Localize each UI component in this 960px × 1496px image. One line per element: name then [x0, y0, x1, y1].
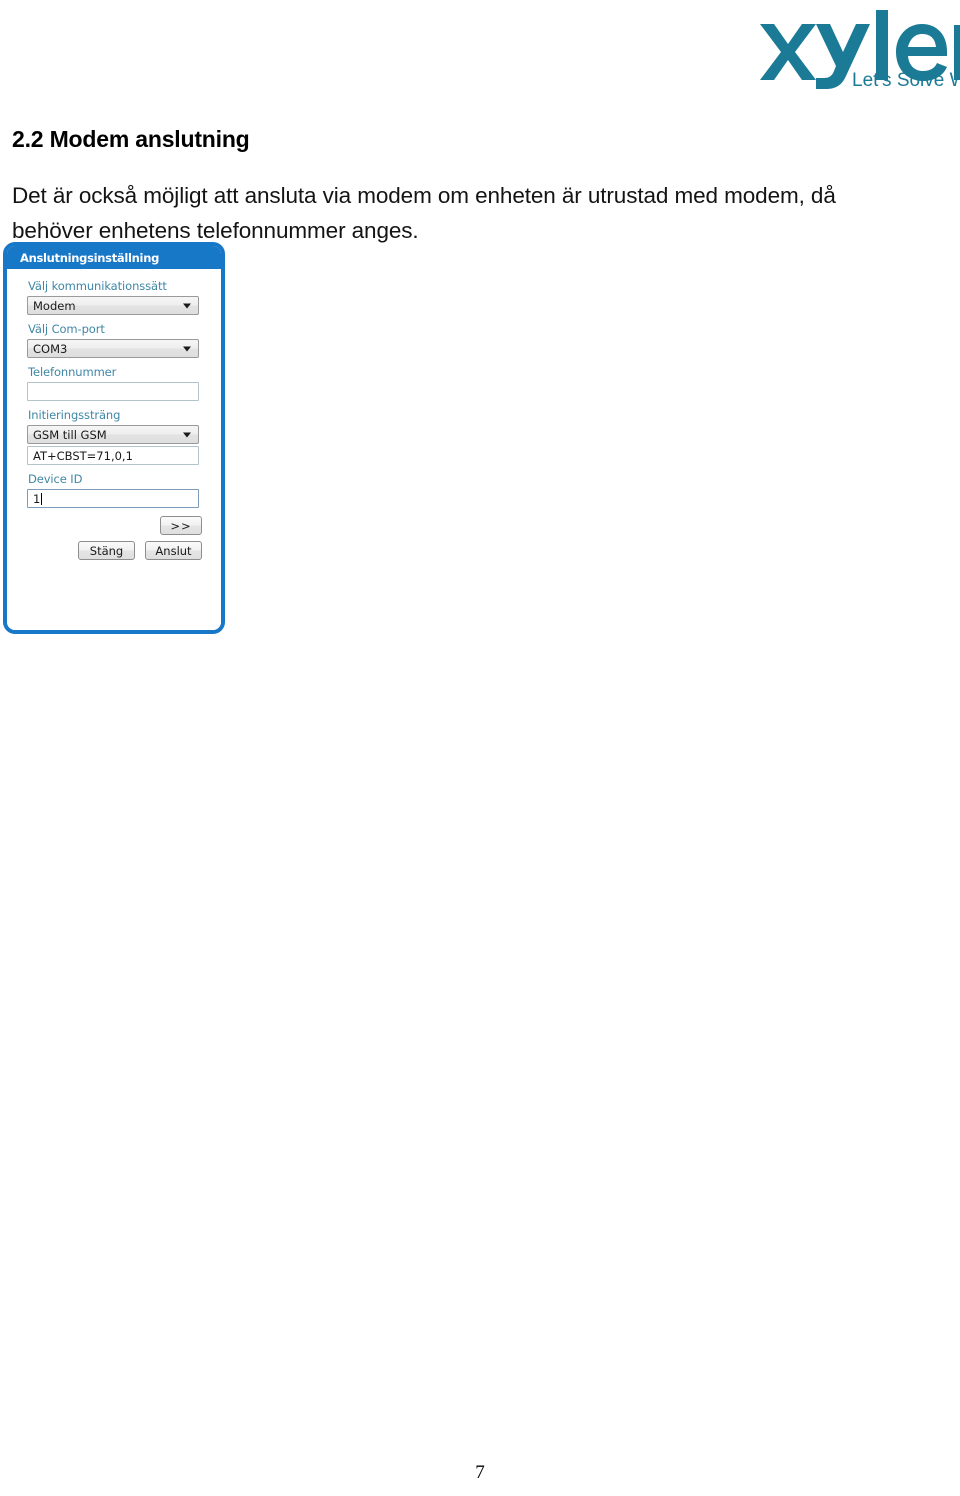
- field-communication-method: Välj kommunikationssätt Modem: [19, 279, 209, 315]
- dialog-title: Anslutningsinställning: [20, 250, 160, 265]
- label-phone-number: Telefonnummer: [28, 365, 117, 379]
- next-button[interactable]: >>: [160, 516, 202, 535]
- select-com-port-value: COM3: [33, 341, 68, 356]
- select-com-port[interactable]: COM3: [27, 339, 199, 358]
- dialog-titlebar: Anslutningsinställning: [7, 246, 221, 269]
- input-device-id[interactable]: 1: [27, 489, 199, 508]
- input-device-id-value: 1: [33, 491, 41, 506]
- document-page: Let's Solve Water 2.2 Modem anslutning D…: [0, 0, 960, 1496]
- select-communication-method-value: Modem: [33, 298, 76, 313]
- dialog-body: Välj kommunikationssätt Modem Välj Com-p…: [7, 269, 221, 630]
- page-number: 7: [475, 1462, 485, 1483]
- connection-settings-dialog: Anslutningsinställning Välj kommunikatio…: [3, 242, 225, 634]
- xylem-logo: Let's Solve Water: [730, 8, 960, 90]
- logo-tagline: Let's Solve Water: [852, 70, 960, 90]
- next-button-row: >>: [19, 516, 209, 535]
- input-init-string-command-value: AT+CBST=71,0,1: [33, 448, 133, 463]
- label-device-id: Device ID: [28, 472, 83, 486]
- chevron-down-icon: [183, 432, 191, 437]
- input-phone-number[interactable]: [27, 382, 199, 401]
- input-init-string-command[interactable]: AT+CBST=71,0,1: [27, 446, 199, 465]
- field-com-port: Välj Com-port COM3: [19, 322, 209, 358]
- select-init-string[interactable]: GSM till GSM: [27, 425, 199, 444]
- close-button[interactable]: Stäng: [78, 541, 135, 560]
- chevron-down-icon: [183, 303, 191, 308]
- field-init-string: Initieringssträng GSM till GSM AT+CBST=7…: [19, 408, 209, 465]
- body-paragraph: Det är också möjligt att ansluta via mod…: [12, 183, 836, 243]
- connect-button[interactable]: Anslut: [145, 541, 202, 560]
- select-init-string-value: GSM till GSM: [33, 427, 107, 442]
- field-device-id: Device ID 1: [19, 472, 209, 508]
- label-com-port: Välj Com-port: [28, 322, 105, 336]
- field-phone-number: Telefonnummer: [19, 365, 209, 401]
- dialog-action-row: Stäng Anslut: [19, 541, 209, 560]
- text-caret: [41, 492, 43, 505]
- select-communication-method[interactable]: Modem: [27, 296, 199, 315]
- chevron-down-icon: [183, 346, 191, 351]
- label-communication-method: Välj kommunikationssätt: [28, 279, 167, 293]
- label-init-string: Initieringssträng: [28, 408, 121, 422]
- page-title: 2.2 Modem anslutning: [12, 126, 250, 152]
